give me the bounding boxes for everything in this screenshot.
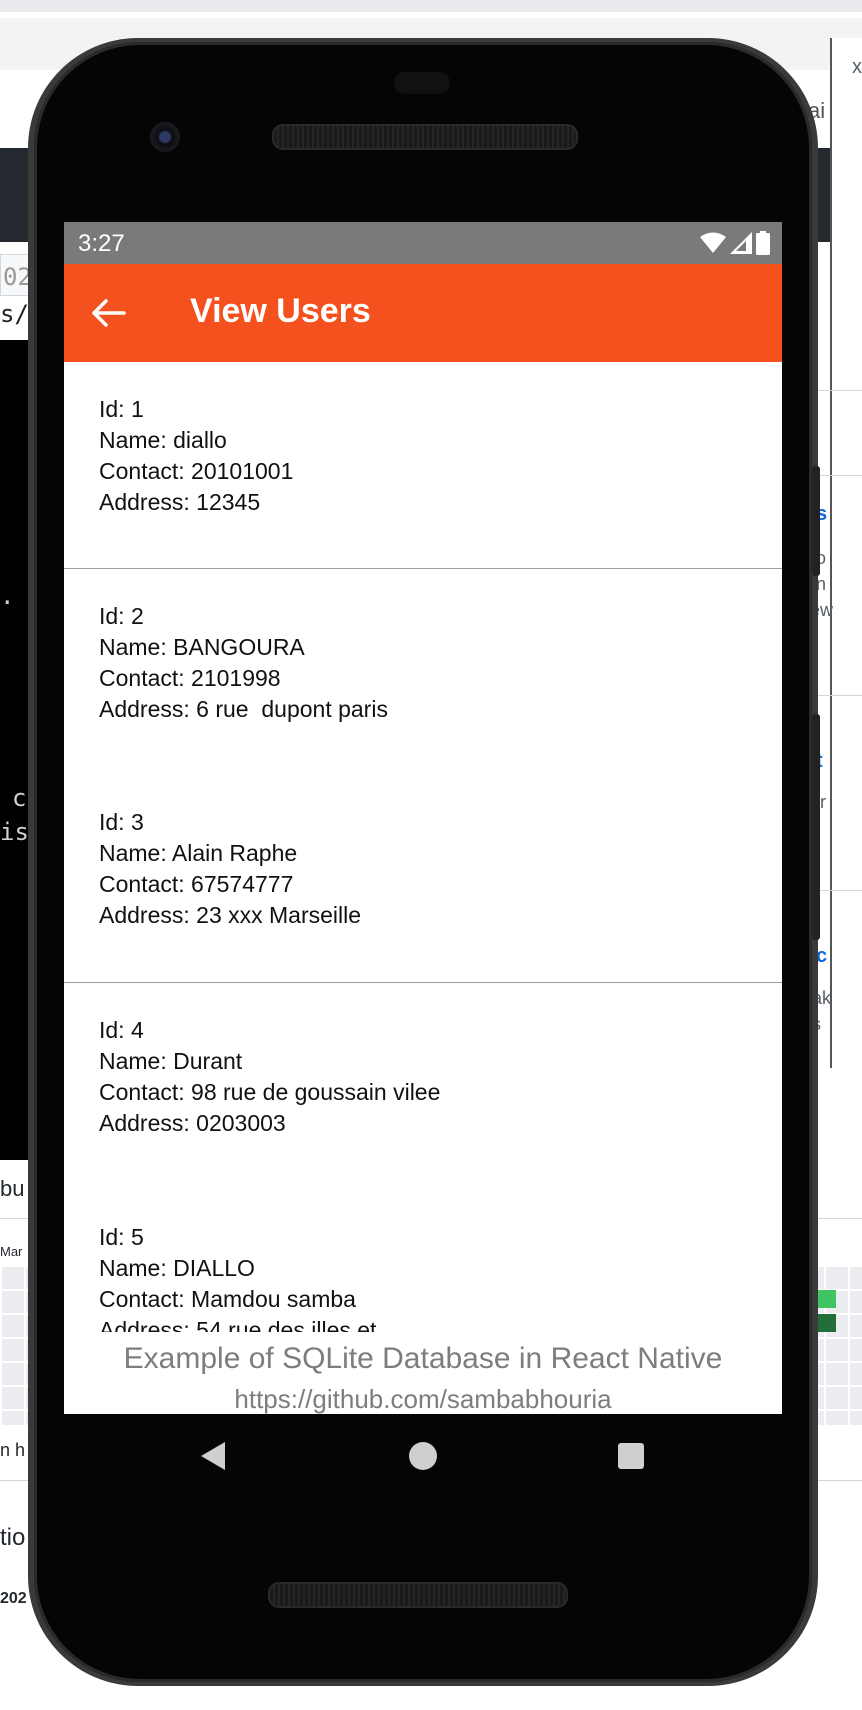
user-list-item[interactable]: Id: 4 Name: Durant Contact: 98 rue de go… — [64, 983, 782, 1188]
status-time: 3:27 — [78, 230, 125, 257]
status-icons — [700, 229, 770, 257]
user-contact: Contact: 98 rue de goussain vilee — [99, 1079, 441, 1105]
bg-snippet: c — [12, 784, 27, 812]
front-camera-icon — [150, 122, 180, 152]
browser-top-bar — [0, 0, 862, 12]
contribution-cell — [818, 1314, 836, 1332]
status-bar: 3:27 — [64, 222, 782, 264]
background-side-panel — [830, 38, 862, 1068]
user-list-item[interactable]: Id: 5 Name: DIALLO Contact: Mamdou samba… — [64, 1190, 782, 1332]
user-contact: Contact: Mamdou samba — [99, 1286, 356, 1312]
page-title: View Users — [190, 292, 371, 330]
user-id: Id: 4 — [99, 1017, 144, 1043]
bg-snippet: . — [0, 582, 15, 610]
user-id: Id: 5 — [99, 1224, 144, 1250]
power-button[interactable] — [812, 714, 820, 940]
phone-screen: 3:27 View Users Id: 1 Name: diallo Conta — [64, 222, 782, 1414]
user-name: Name: Alain Raphe — [99, 840, 298, 866]
app-header: View Users — [64, 264, 782, 362]
user-name: Name: BANGOURA — [99, 634, 305, 660]
footer-title: Example of SQLite Database in React Nati… — [123, 1342, 723, 1375]
user-address: Address: 12345 — [99, 489, 261, 515]
user-contact: Contact: 2101998 — [99, 665, 281, 691]
bg-snippet: tio — [0, 1524, 26, 1551]
user-contact: Contact: 20101001 — [99, 458, 294, 484]
user-address: Address: 23 xxx Marseille — [99, 902, 362, 928]
cell-signal-icon — [730, 232, 752, 254]
user-address: Address: 0203003 — [99, 1110, 286, 1136]
user-name: Name: DIALLO — [99, 1255, 255, 1281]
bg-snippet: Mar — [0, 1244, 23, 1259]
bg-snippet: is — [0, 818, 29, 846]
proximity-sensor — [394, 72, 450, 94]
bottom-speaker — [268, 1582, 568, 1608]
battery-icon — [756, 231, 770, 255]
volume-button[interactable] — [812, 466, 820, 576]
user-contact: Contact: 67574777 — [99, 871, 294, 897]
user-id: Id: 3 — [99, 809, 144, 835]
wifi-icon — [700, 232, 726, 253]
footer: Example of SQLite Database in React Nati… — [64, 1332, 782, 1414]
user-name: Name: diallo — [99, 427, 227, 453]
contribution-cell — [818, 1290, 836, 1308]
user-id: Id: 2 — [99, 603, 144, 629]
bg-snippet: bu — [0, 1176, 25, 1201]
circle-home-icon[interactable] — [409, 1442, 437, 1470]
bg-snippet: 202 — [0, 1590, 27, 1607]
user-list-item[interactable]: Id: 1 Name: diallo Contact: 20101001 Add… — [64, 362, 782, 567]
user-list-item[interactable]: Id: 2 Name: BANGOURA Contact: 2101998 Ad… — [64, 569, 782, 774]
bg-snippet: n h — [0, 1440, 26, 1460]
triangle-back-icon[interactable] — [201, 1442, 225, 1470]
user-address: Address: 54 rue des illes et ... — [99, 1317, 402, 1332]
square-recents-icon[interactable] — [618, 1443, 644, 1469]
user-list-item[interactable]: Id: 3 Name: Alain Raphe Contact: 6757477… — [64, 775, 782, 980]
android-nav-bar — [64, 1414, 782, 1500]
users-list[interactable]: Id: 1 Name: diallo Contact: 20101001 Add… — [64, 362, 782, 1332]
earpiece-speaker — [272, 124, 578, 150]
bg-snippet: s/ — [0, 300, 29, 328]
footer-link[interactable]: https://github.com/sambabhouria — [64, 1384, 782, 1414]
user-name: Name: Durant — [99, 1048, 243, 1074]
bg-snippet: x — [852, 56, 862, 78]
user-id: Id: 1 — [99, 396, 144, 422]
back-arrow-icon[interactable] — [86, 290, 132, 336]
user-address: Address: 6 rue dupont paris — [99, 696, 388, 722]
